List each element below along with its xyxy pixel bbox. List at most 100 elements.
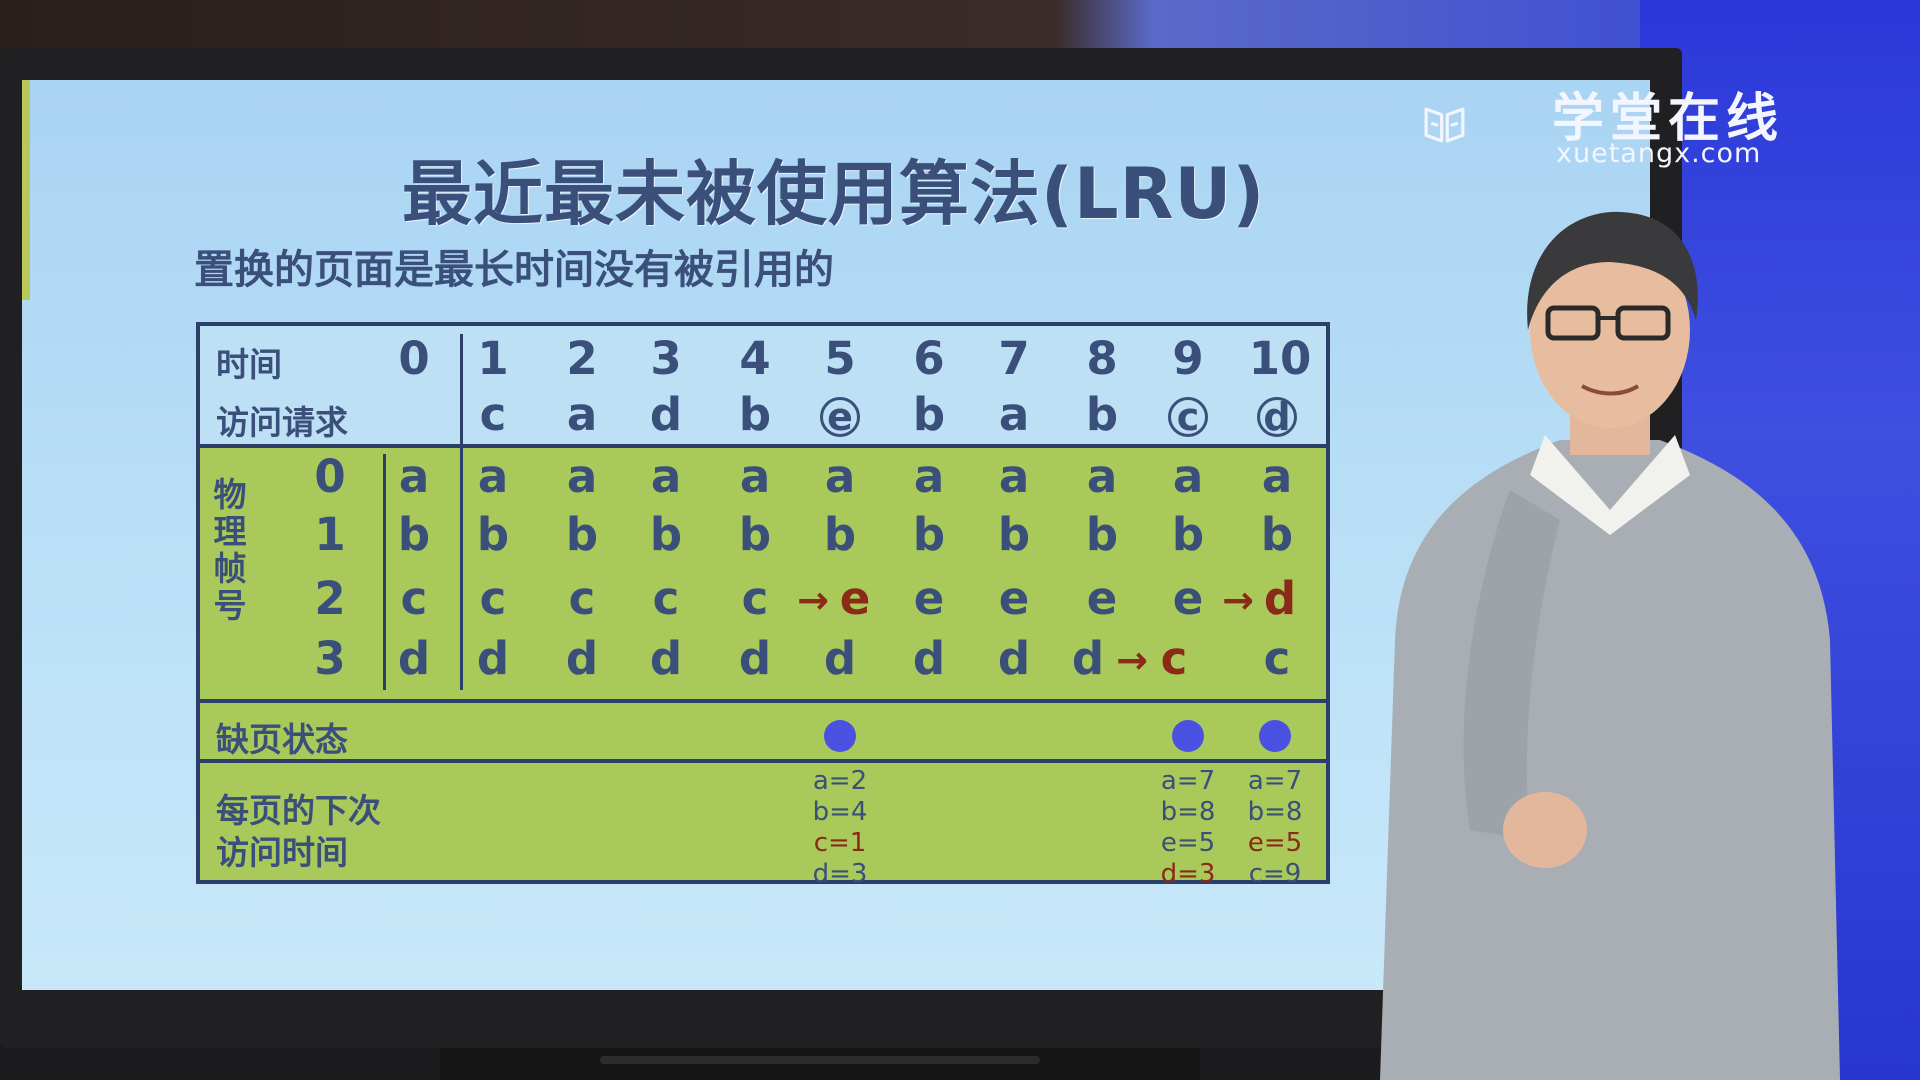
time-2: 2 bbox=[566, 332, 598, 385]
header-divider bbox=[200, 444, 1326, 448]
request-3: d bbox=[649, 388, 683, 441]
frame1-t2: b bbox=[565, 508, 599, 561]
book-logo-icon bbox=[1424, 107, 1465, 143]
frame3-t2: d bbox=[565, 632, 599, 685]
time-8: 8 bbox=[1086, 332, 1118, 385]
frame2-t3: c bbox=[652, 572, 680, 625]
watermark-url: xuetangx.com bbox=[1556, 138, 1762, 169]
next-access-t10-c: c=9 bbox=[1248, 859, 1302, 889]
initial-frame-0: a bbox=[398, 450, 430, 503]
frame0-t3: a bbox=[650, 450, 682, 503]
frame3-t8: d bbox=[1071, 632, 1105, 685]
next-access-t9: a=7 b=8 e=5 d=3 bbox=[1143, 766, 1233, 890]
lru-table: 时间 访问请求 物理帧号 缺页状态 每页的下次 访问时间 0 1 2 3 4 5… bbox=[196, 322, 1330, 889]
fault-marker-t10 bbox=[1259, 720, 1291, 752]
frame1-t1: b bbox=[476, 508, 510, 561]
time-4: 4 bbox=[739, 332, 771, 385]
next-access-t5-d: d=3 bbox=[812, 859, 868, 889]
request-5-circled: e bbox=[820, 397, 860, 437]
frame2-t1: c bbox=[479, 572, 507, 625]
frame1-t10: b bbox=[1260, 508, 1294, 561]
frame2-t7: e bbox=[998, 572, 1030, 625]
next-access-t10-a: a=7 bbox=[1247, 766, 1303, 796]
frame1-t4: b bbox=[738, 508, 772, 561]
frame0-t9: a bbox=[1172, 450, 1204, 503]
frame0-t8: a bbox=[1086, 450, 1118, 503]
frame0-t7: a bbox=[998, 450, 1030, 503]
initial-frame-2: c bbox=[400, 572, 428, 625]
request-6: b bbox=[912, 388, 946, 441]
frame3-t5: d bbox=[823, 632, 857, 685]
next-access-label-1: 每页的下次 bbox=[216, 791, 381, 830]
initial-frame-3: d bbox=[397, 632, 431, 685]
next-access-t5-a: a=2 bbox=[812, 766, 868, 796]
time-7: 7 bbox=[998, 332, 1030, 385]
frame1-t3: b bbox=[649, 508, 683, 561]
next-access-t5-c: c=1 bbox=[813, 828, 867, 858]
frame0-t5: a bbox=[824, 450, 856, 503]
slide-title: 最近最未被使用算法(LRU) bbox=[402, 153, 1266, 235]
frame0-t6: a bbox=[913, 450, 945, 503]
frame3-t4: d bbox=[738, 632, 772, 685]
frame3-t3: d bbox=[649, 632, 683, 685]
frame2-t6: e bbox=[913, 572, 945, 625]
next-access-t9-e: e=5 bbox=[1160, 828, 1216, 858]
frames-divider bbox=[200, 699, 1326, 703]
frame0-t2: a bbox=[566, 450, 598, 503]
request-5-fault: e bbox=[810, 388, 870, 441]
stand-bar bbox=[600, 1056, 1040, 1064]
frame3-t9-replaced: c bbox=[1160, 632, 1188, 685]
presenter-figure bbox=[1380, 211, 1840, 1080]
frame-id-3: 3 bbox=[314, 632, 346, 685]
request-10-circled: d bbox=[1257, 397, 1297, 437]
frame2-t9: e bbox=[1172, 572, 1204, 625]
slide-accent-bar bbox=[22, 80, 30, 300]
frame-id-0: 0 bbox=[314, 450, 346, 503]
request-2: a bbox=[566, 388, 598, 441]
frame1-t5: b bbox=[823, 508, 857, 561]
initial-frame-1: b bbox=[397, 508, 431, 561]
time-10: 10 bbox=[1248, 332, 1312, 385]
frame1-t8: b bbox=[1085, 508, 1119, 561]
request-9-fault: c bbox=[1158, 388, 1218, 441]
frame2-t2: c bbox=[568, 572, 596, 625]
time-9: 9 bbox=[1172, 332, 1204, 385]
frame3-t1: d bbox=[476, 632, 510, 685]
request-9-circled: c bbox=[1168, 397, 1208, 437]
frames-label: 物理帧号 bbox=[213, 475, 247, 625]
request-1: c bbox=[479, 388, 507, 441]
frame3-t6: d bbox=[912, 632, 946, 685]
time-label: 时间 bbox=[216, 345, 282, 384]
frame-id-2: 2 bbox=[314, 572, 346, 625]
time-1: 1 bbox=[477, 332, 509, 385]
frame1-t6: b bbox=[912, 508, 946, 561]
next-access-t10-e: e=5 bbox=[1247, 828, 1303, 858]
frame2-t4: c bbox=[741, 572, 769, 625]
request-8: b bbox=[1085, 388, 1119, 441]
display-stand bbox=[440, 1048, 1200, 1080]
next-access-t9-b: b=8 bbox=[1160, 797, 1216, 827]
time-0: 0 bbox=[398, 332, 430, 385]
frame1-t7: b bbox=[997, 508, 1031, 561]
time-3: 3 bbox=[650, 332, 682, 385]
fault-marker-t9 bbox=[1172, 720, 1204, 752]
frame2-t8: e bbox=[1086, 572, 1118, 625]
time-6: 6 bbox=[913, 332, 945, 385]
request-4: b bbox=[738, 388, 772, 441]
frame-id-1: 1 bbox=[314, 508, 346, 561]
next-access-t9-d: d=3 bbox=[1160, 859, 1216, 889]
next-access-t5-b: b=4 bbox=[812, 797, 868, 827]
frame2-t10-replaced: d bbox=[1263, 572, 1297, 625]
fault-label: 缺页状态 bbox=[216, 720, 348, 759]
frame0-t10: a bbox=[1261, 450, 1293, 503]
frame3-t7: d bbox=[997, 632, 1031, 685]
frame0-t1: a bbox=[477, 450, 509, 503]
next-access-t9-a: a=7 bbox=[1160, 766, 1216, 796]
next-access-t10-b: b=8 bbox=[1247, 797, 1303, 827]
fault-marker-t5 bbox=[824, 720, 856, 752]
next-access-label-2: 访问时间 bbox=[216, 833, 348, 872]
slide-subtitle: 置换的页面是最长时间没有被引用的 bbox=[194, 247, 834, 293]
request-label: 访问请求 bbox=[216, 403, 348, 442]
frame1-t9: b bbox=[1171, 508, 1205, 561]
fault-divider bbox=[200, 759, 1326, 763]
